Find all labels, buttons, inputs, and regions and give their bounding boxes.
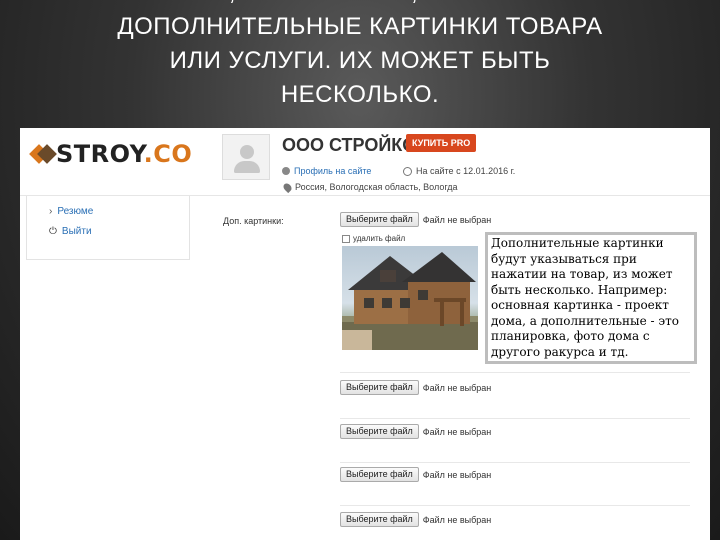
since-text: На сайте с 12.01.2016 г. [416,166,516,176]
slide-title-line-1: ДОПОЛНИТЕЛЬНЫЕ КАРТИНКИ ТОВАРА [117,13,603,40]
profile-link[interactable]: Профиль на сайте [294,166,371,176]
avatar-body-icon [234,161,260,173]
file-input-row-3: Выберите файл Файл не выбран [340,424,491,439]
no-file-text: Файл не выбран [422,382,492,393]
user-icon [282,167,290,175]
file-input-row-1: Выберите файл Файл не выбран [340,212,491,227]
clock-icon [403,166,412,176]
slide-title-cut-line: НИЖЕ, ЕСЛИ НУЖНО, ЗАГРУЗИТЕ [20,0,700,10]
power-icon: ⏻ [49,226,57,237]
row-divider [340,462,690,463]
choose-file-button[interactable]: Выберите файл [340,212,419,227]
no-file-text: Файл не выбран [422,214,492,225]
choose-file-button[interactable]: Выберите файл [340,424,419,439]
no-file-text: Файл не выбран [422,426,492,437]
sidebar-item-resume[interactable]: › Резюме [49,206,93,217]
delete-file-row: удалить файл [342,234,405,243]
row-divider [340,418,690,419]
site-logo[interactable]: STROY.CO [30,140,192,168]
chevron-right-icon: › [49,206,53,217]
delete-file-label: удалить файл [353,234,406,243]
location-text: Россия, Вологодская область, Вологда [295,182,458,192]
file-input-row-4: Выберите файл Файл не выбран [340,467,491,482]
sidebar: › Резюме ⏻ Выйти [26,196,190,260]
slide-title: НИЖЕ, ЕСЛИ НУЖНО, ЗАГРУЗИТЕ ДОПОЛНИТЕЛЬН… [20,0,700,112]
location-row: Россия, Вологодская область, Вологда [281,181,458,193]
extra-images-label: Доп. картинки: [223,216,284,226]
choose-file-button[interactable]: Выберите файл [340,467,419,482]
choose-file-button[interactable]: Выберите файл [340,512,419,527]
delete-file-checkbox[interactable] [342,234,350,243]
company-name: ООО СТРОЙКО [282,135,417,155]
house-illustration [342,252,478,350]
row-divider [340,372,690,373]
site-screenshot: STROY.CO ООО СТРОЙКО КУПИТЬ PRO Профиль … [20,128,710,540]
avatar[interactable] [222,134,270,180]
profile-link-row[interactable]: Профиль на сайте [282,166,371,176]
no-file-text: Файл не выбран [422,514,492,525]
file-input-row-5: Выберите файл Файл не выбран [340,512,491,527]
choose-file-button[interactable]: Выберите файл [340,380,419,395]
no-file-text: Файл не выбран [422,469,492,480]
avatar-head-icon [240,145,254,159]
house-photo [342,246,478,350]
sidebar-item-logout[interactable]: ⏻ Выйти [49,226,92,237]
pin-icon [281,181,294,193]
buy-pro-button[interactable]: КУПИТЬ PRO [406,134,477,152]
slide-title-line-2: ИЛИ УСЛУГИ. ИХ МОЖЕТ БЫТЬ [169,47,551,74]
slide-title-line-3: НЕСКОЛЬКО. [280,81,440,108]
file-input-row-2: Выберите файл Файл не выбран [340,380,491,395]
explanation-callout: Дополнительные картинки будут указыватьс… [485,232,697,364]
logo-diamond-icon [30,142,56,166]
logo-text: STROY.CO [56,140,193,168]
sidebar-item-label: Выйти [61,226,92,237]
row-divider [340,505,690,506]
since-row: На сайте с 12.01.2016 г. [403,166,515,176]
sidebar-item-label: Резюме [57,206,94,217]
